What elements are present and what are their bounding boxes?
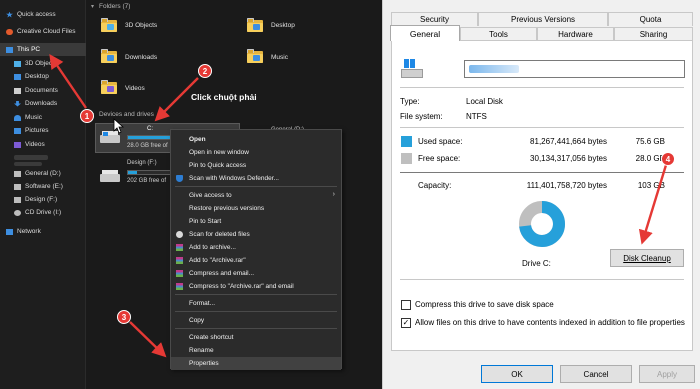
annotation-arrows <box>49 54 668 358</box>
step-2-badge: 2 <box>198 64 212 78</box>
step-1-badge: 1 <box>80 109 94 123</box>
annotation-arrow-1 <box>49 54 87 109</box>
step-3-badge: 3 <box>117 310 131 324</box>
step-4-badge: 4 <box>661 152 675 166</box>
annotation-arrow-3 <box>129 321 167 358</box>
annotation-arrow-4 <box>638 164 668 245</box>
tab-general[interactable]: General <box>390 25 460 41</box>
annotation-arrow-2 <box>154 77 199 122</box>
